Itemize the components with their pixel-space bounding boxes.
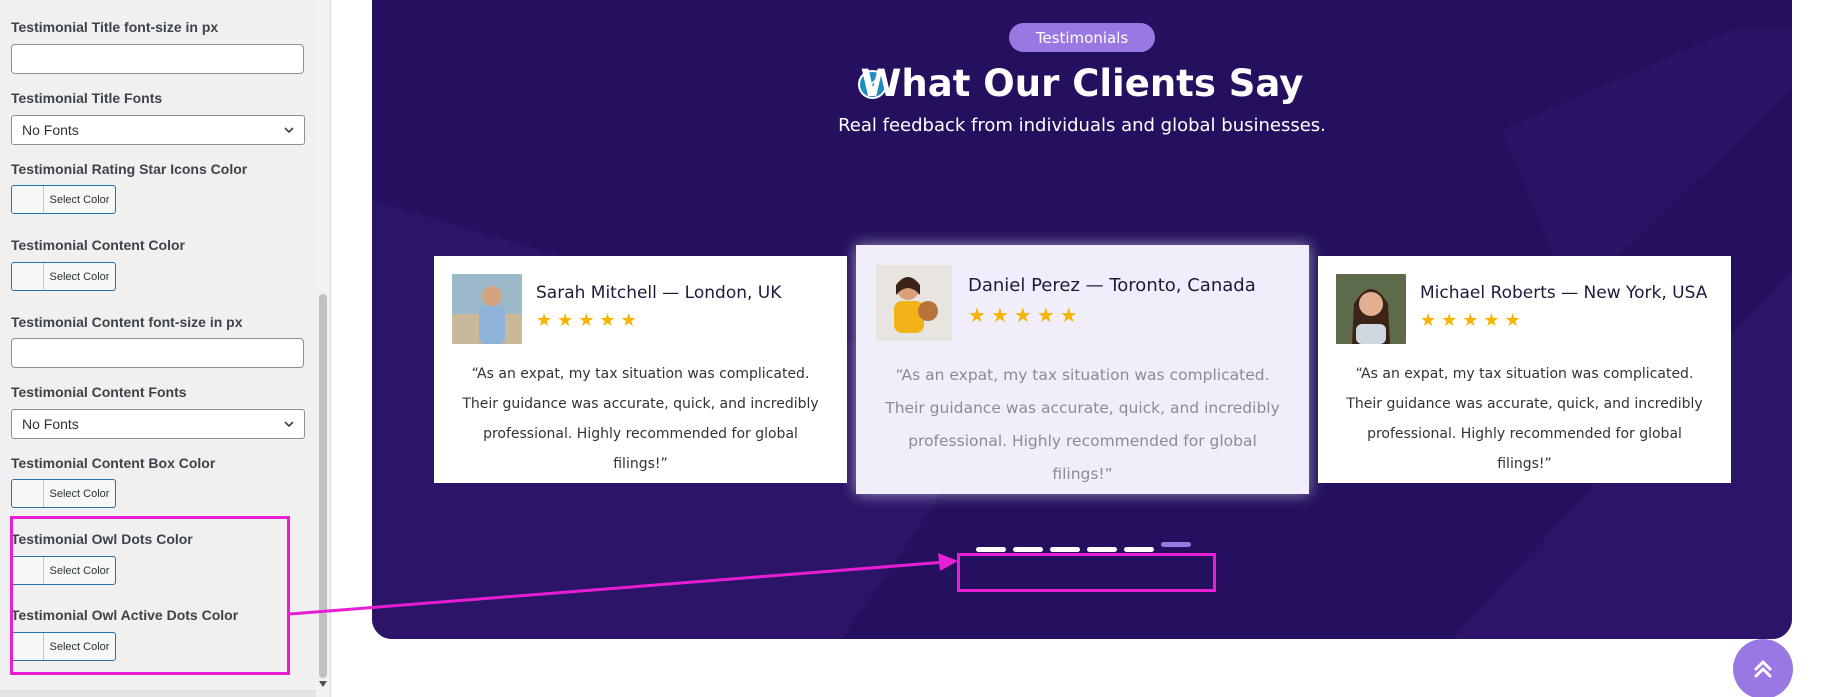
carousel-dot[interactable] [1050, 547, 1080, 552]
color-swatch [12, 480, 44, 507]
chevron-down-icon [284, 421, 294, 428]
star-icon: ★ [620, 310, 637, 330]
star-icon: ★ [536, 310, 553, 330]
title-fonts-select[interactable]: No Fonts [11, 115, 305, 145]
reviewer-name: Sarah Mitchell — London, UK [536, 283, 782, 303]
testimonials-section: Testimonials What Our Clients Say Real f… [372, 0, 1792, 639]
reviewer-name: Michael Roberts — New York, USA [1420, 283, 1708, 303]
testimonial-card-active: Daniel Perez — Toronto, Canada ★ ★ ★ ★ ★ “As… [856, 245, 1309, 494]
testimonial-card: Sarah Mitchell — London, UK ★ ★ ★ ★ ★ “As an… [434, 256, 847, 483]
field-label-rating-star-color: Testimonial Rating Star Icons Color [11, 161, 248, 177]
content-box-color-button[interactable]: Select Color [11, 479, 116, 508]
star-icon: ★ [578, 310, 595, 330]
carousel-dot[interactable] [1013, 547, 1043, 552]
carousel-dot[interactable] [1124, 547, 1154, 552]
testimonial-quote: “As an expat, my tax situation was compl… [885, 366, 1280, 483]
field-label-content-font-size: Testimonial Content font-size in px [11, 314, 243, 330]
section-subtitle: Real feedback from individuals and globa… [838, 115, 1326, 136]
select-color-label: Select Color [49, 270, 110, 283]
star-icon: ★ [557, 310, 574, 330]
content-font-size-input[interactable] [11, 338, 304, 368]
reviewer-name: Daniel Perez — Toronto, Canada [968, 275, 1256, 296]
testimonial-card: Michael Roberts — New York, USA ★ ★ ★ ★ ★ “A… [1318, 256, 1731, 483]
rating-stars: ★ ★ ★ ★ ★ [1420, 310, 1521, 331]
avatar [452, 274, 522, 344]
carousel-dot[interactable] [1087, 547, 1117, 552]
scroll-down-arrow-icon[interactable] [319, 681, 327, 687]
field-label-title-fonts: Testimonial Title Fonts [11, 90, 163, 106]
star-icon: ★ [1013, 305, 1032, 327]
testimonial-quote: “As an expat, my tax situation was compl… [1346, 366, 1703, 472]
highlight-box-carousel-dots [957, 553, 1216, 592]
panel-footer-bar [0, 690, 316, 697]
rating-stars: ★ ★ ★ ★ ★ [968, 303, 1078, 328]
avatar [876, 265, 952, 341]
content-color-button[interactable]: Select Color [11, 262, 116, 291]
select-color-label: Select Color [49, 193, 110, 206]
star-icon: ★ [1059, 305, 1078, 327]
color-swatch [12, 186, 44, 213]
field-label-title-font-size: Testimonial Title font-size in px [11, 19, 219, 35]
rating-stars: ★ ★ ★ ★ ★ [536, 310, 637, 331]
star-icon: ★ [1483, 310, 1500, 330]
star-icon: ★ [1504, 310, 1521, 330]
highlight-box-dots-settings [10, 516, 290, 675]
star-icon: ★ [599, 310, 616, 330]
chevron-down-icon [284, 127, 294, 134]
title-fonts-select-value: No Fonts [22, 122, 79, 138]
rating-star-color-button[interactable]: Select Color [11, 185, 116, 214]
star-icon: ★ [968, 305, 986, 327]
select-color-label: Select Color [49, 487, 110, 500]
panel-scrollbar[interactable] [316, 0, 330, 697]
star-icon: ★ [1441, 310, 1458, 330]
double-chevron-up-icon [1754, 660, 1772, 678]
scrollbar-thumb[interactable] [319, 294, 327, 678]
field-label-content-color: Testimonial Content Color [11, 237, 185, 253]
avatar [1336, 274, 1406, 344]
content-fonts-select-value: No Fonts [22, 416, 79, 432]
field-label-content-fonts: Testimonial Content Fonts [11, 384, 187, 400]
title-font-size-input[interactable] [11, 44, 304, 74]
star-icon: ★ [1420, 310, 1437, 330]
star-icon: ★ [1036, 305, 1055, 327]
color-swatch [12, 263, 44, 290]
field-label-content-box-color: Testimonial Content Box Color [11, 455, 216, 471]
carousel-dot-active[interactable] [1161, 542, 1191, 547]
content-fonts-select[interactable]: No Fonts [11, 409, 305, 439]
star-icon: ★ [990, 305, 1009, 327]
section-badge: Testimonials [1009, 23, 1155, 52]
back-to-top-button[interactable] [1733, 639, 1793, 697]
testimonial-quote: “As an expat, my tax situation was compl… [462, 366, 819, 472]
carousel-dot[interactable] [976, 547, 1006, 552]
section-title: What Our Clients Say [860, 62, 1304, 105]
star-icon: ★ [1462, 310, 1479, 330]
carousel-dots [976, 542, 1191, 552]
